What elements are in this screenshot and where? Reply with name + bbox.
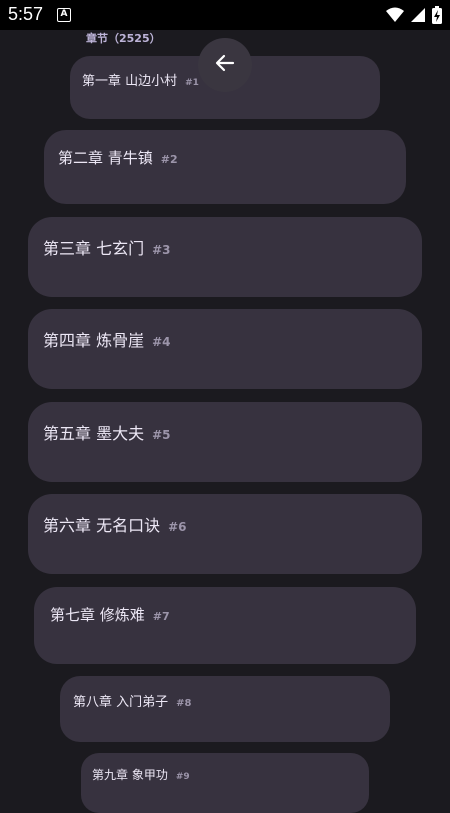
battery-charging-icon (432, 6, 442, 28)
chapter-title: 第四章 炼骨崖 (43, 331, 145, 350)
chapter-title: 第二章 青牛镇 (58, 149, 153, 167)
chapter-number: #2 (160, 153, 178, 166)
arrow-left-icon (214, 52, 236, 78)
chapter-card[interactable]: 第七章 修炼难 #7 (34, 587, 416, 664)
chapter-number: #8 (176, 698, 192, 709)
status-bar: 5:57 A (0, 0, 450, 30)
chapter-title: 第三章 七玄门 (43, 239, 145, 258)
chapter-card[interactable]: 第四章 炼骨崖 #4 (28, 309, 422, 389)
chapter-card[interactable]: 第五章 墨大夫 #5 (28, 402, 422, 482)
chapter-card[interactable]: 第二章 青牛镇 #2 (44, 130, 406, 204)
chapter-title: 第六章 无名口诀 (43, 516, 161, 535)
chapter-title: 第九章 象甲功 (92, 768, 168, 782)
signal-icon (410, 7, 426, 27)
chapter-title: 第五章 墨大夫 (43, 424, 145, 443)
chapter-card[interactable]: 第六章 无名口诀 #6 (28, 494, 422, 574)
chapter-title: 第一章 山边小村 (82, 74, 178, 89)
chapter-number: #3 (152, 243, 171, 257)
chapter-number: #5 (152, 428, 171, 442)
chapter-card[interactable]: 第九章 象甲功 #9 (81, 753, 369, 813)
app-notification-icon: A (57, 8, 71, 22)
chapter-card[interactable]: 第八章 入门弟子 #8 (60, 676, 390, 742)
wifi-icon (386, 7, 404, 27)
chapter-card[interactable]: 第三章 七玄门 #3 (28, 217, 422, 297)
chapter-number: #6 (168, 520, 187, 534)
chapter-number: #4 (152, 335, 171, 349)
chapters-count-label: 章节（2525） (86, 32, 161, 45)
chapter-number: #7 (152, 610, 170, 623)
chapter-number: #9 (175, 772, 190, 782)
status-time: 5:57 (8, 4, 44, 24)
chapter-number: #1 (185, 78, 199, 88)
chapter-title: 第八章 入门弟子 (73, 695, 169, 710)
chapter-title: 第七章 修炼难 (50, 606, 145, 624)
back-button[interactable] (198, 38, 252, 92)
